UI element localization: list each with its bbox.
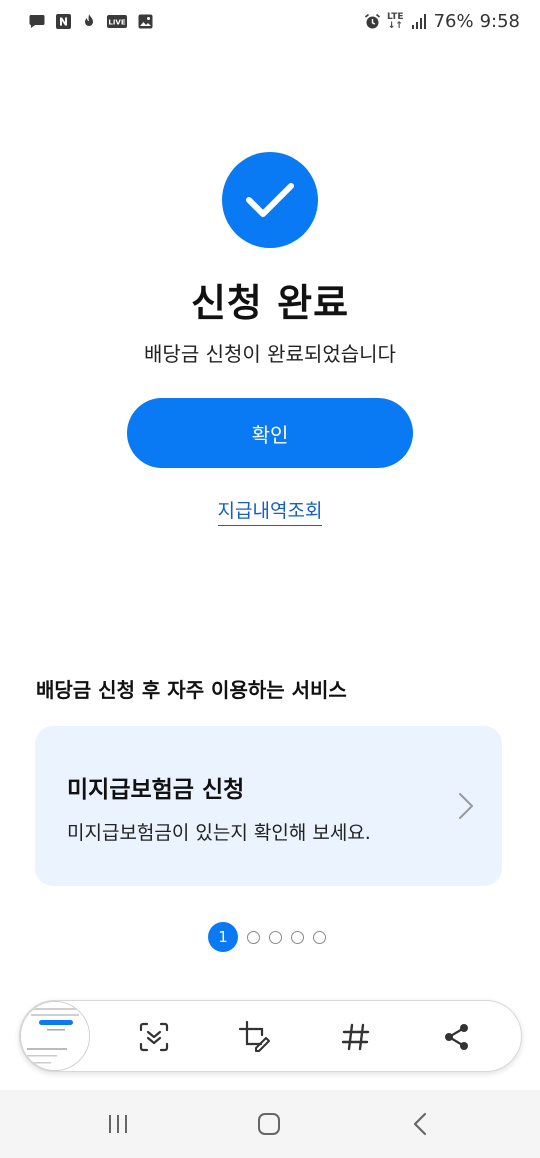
system-nav-bar [0, 1090, 540, 1158]
checkmark-icon [246, 183, 294, 217]
page-title: 신청 완료 [190, 281, 350, 325]
hashtag-icon [341, 1023, 370, 1051]
back-button[interactable] [405, 1110, 435, 1138]
services-heading: 배당금 신청 후 자주 이용하는 서비스 [36, 678, 347, 702]
chat-icon [28, 13, 46, 29]
recent-apps-button[interactable] [103, 1110, 133, 1138]
system-status: LTE ↓↑ 76% 9:58 [363, 11, 520, 32]
lte-icon: LTE ↓↑ [387, 11, 404, 31]
payment-history-link[interactable]: 지급내역조회 [217, 500, 323, 526]
page-indicator[interactable] [247, 930, 260, 944]
share-button[interactable] [439, 1019, 475, 1055]
back-icon [413, 1112, 427, 1136]
scroll-capture-icon [139, 1022, 169, 1052]
share-icon [445, 1024, 468, 1050]
carousel-pagination: 1 [208, 922, 326, 952]
naver-icon [54, 13, 72, 29]
scroll-capture-button[interactable] [136, 1019, 172, 1055]
unclaimed-insurance-card[interactable]: 미지급보험금 신청 미지급보험금이 있는지 확인해 보세요. [35, 726, 502, 886]
fire-icon [80, 13, 98, 29]
success-badge [222, 152, 318, 248]
chevron-right-icon [459, 793, 473, 819]
clock: 9:58 [479, 11, 520, 32]
screenshot-thumbnail[interactable] [20, 1001, 90, 1071]
signal-icon [410, 14, 428, 30]
card-title: 미지급보험금 신청 [67, 777, 245, 803]
card-description: 미지급보험금이 있는지 확인해 보세요. [67, 822, 371, 844]
recent-apps-icon [109, 1115, 127, 1133]
battery-level: 76% [433, 11, 474, 32]
live-icon: LIVE [106, 13, 128, 29]
home-button[interactable] [254, 1110, 284, 1138]
hashtag-button[interactable] [338, 1019, 374, 1055]
confirm-button[interactable]: 확인 [127, 398, 413, 468]
thumbnail-preview [21, 1002, 89, 1070]
page-indicator[interactable] [269, 930, 282, 944]
home-icon [258, 1113, 280, 1135]
status-bar: LIVE LTE ↓↑ 76% 9:58 [0, 0, 540, 46]
page-indicator[interactable] [313, 930, 326, 944]
crop-edit-button[interactable] [237, 1019, 273, 1055]
page-indicator[interactable] [291, 930, 304, 944]
crop-edit-icon [238, 1020, 270, 1052]
payment-history-row: 지급내역조회 [0, 496, 540, 526]
gallery-icon [136, 13, 154, 29]
alarm-icon [363, 13, 381, 30]
screenshot-toolbar [19, 1000, 522, 1072]
page-indicator-active[interactable]: 1 [208, 922, 238, 952]
notification-icons: LIVE [28, 13, 154, 29]
svg-text:LIVE: LIVE [108, 18, 125, 26]
completion-message: 배당금 신청이 완료되었습니다 [144, 342, 396, 366]
